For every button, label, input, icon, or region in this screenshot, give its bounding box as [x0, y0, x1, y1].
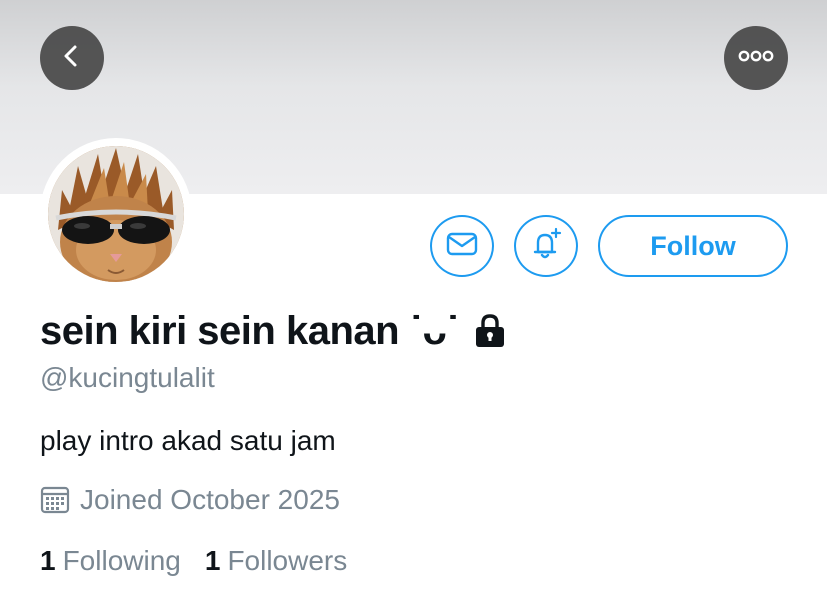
more-horizontal-icon	[736, 49, 776, 68]
profile-bio: play intro akad satu jam	[40, 425, 336, 456]
notifications-button[interactable]	[514, 215, 578, 277]
back-button[interactable]	[40, 26, 104, 90]
mail-icon	[445, 227, 479, 266]
username-handle: @kucingtulalit	[40, 362, 215, 393]
follow-stats: 1 Following 1 Followers	[40, 543, 347, 579]
more-options-button[interactable]	[724, 26, 788, 90]
name-row: sein kiri sein kanan ˙⁠ᴗ⁠˙	[40, 303, 507, 359]
chevron-left-icon	[59, 43, 85, 74]
following-label: Following	[62, 545, 181, 576]
bell-plus-icon	[529, 227, 563, 266]
following-count: 1	[40, 545, 56, 576]
following-stat[interactable]: 1 Following	[40, 545, 181, 577]
message-button[interactable]	[430, 215, 494, 277]
joined-date: Joined October 2025	[80, 484, 340, 515]
avatar[interactable]	[48, 146, 184, 282]
followers-stat[interactable]: 1 Followers	[205, 545, 347, 577]
lock-icon	[473, 313, 507, 349]
display-name: sein kiri sein kanan ˙⁠ᴗ⁠˙	[40, 308, 460, 353]
follow-button[interactable]: Follow	[598, 215, 788, 277]
followers-count: 1	[204, 545, 221, 576]
avatar-ring	[40, 138, 192, 290]
followers-label: Followers	[227, 545, 348, 576]
joined-date-row: Joined October 2025	[40, 483, 340, 517]
calendar-icon	[40, 485, 70, 515]
